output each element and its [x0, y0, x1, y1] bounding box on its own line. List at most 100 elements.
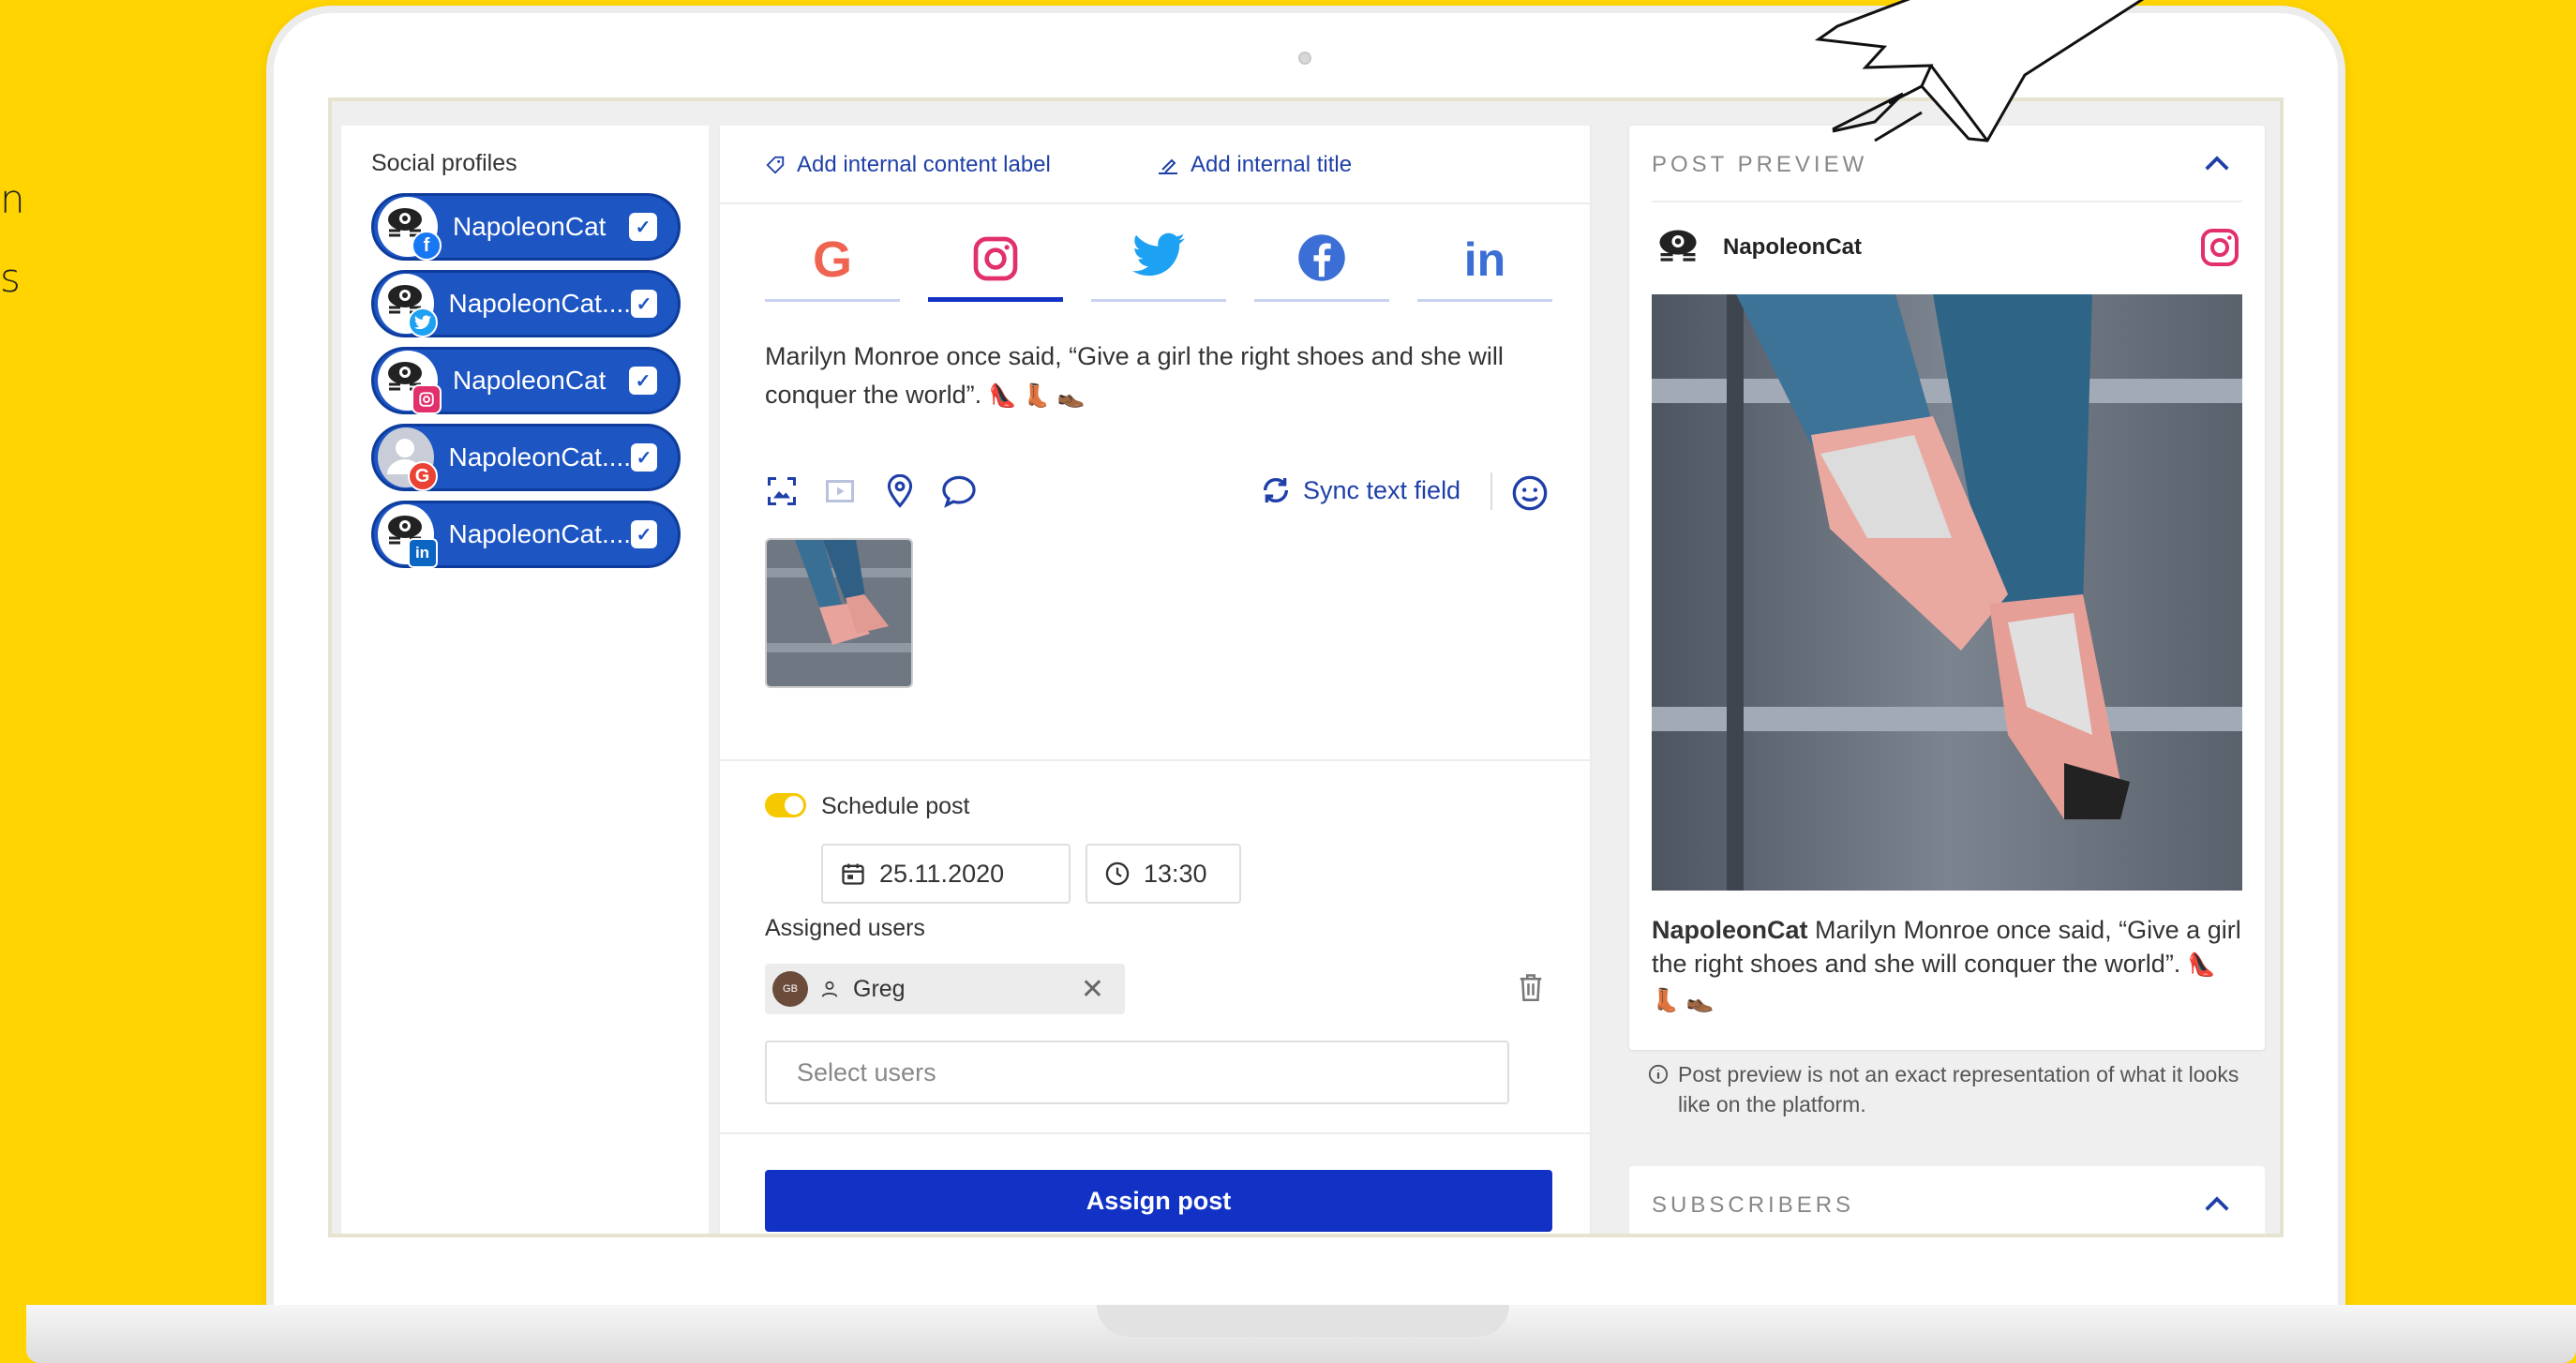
- preview-caption: NapoleonCat Marilyn Monroe once said, “G…: [1652, 913, 2242, 1018]
- profile-linkedin[interactable]: in NapoleonCat.... ✓: [371, 501, 681, 568]
- tab-google[interactable]: G: [765, 227, 900, 302]
- user-icon: [821, 981, 838, 997]
- add-content-label-text: Add internal content label: [797, 152, 1051, 177]
- add-internal-title-text: Add internal title: [1191, 152, 1353, 177]
- tab-twitter[interactable]: [1091, 227, 1226, 302]
- linkedin-icon: in: [407, 538, 438, 568]
- profile-name: NapoleonCat....: [448, 442, 632, 472]
- chevron-up-icon[interactable]: [2203, 1194, 2231, 1213]
- assigned-users-label: Assigned users: [765, 915, 925, 941]
- section-divider: [720, 1132, 1590, 1134]
- app-screen: Social profiles f NapoleonCat ✓ Napoleon…: [328, 97, 2284, 1237]
- remove-user-icon[interactable]: ✕: [1081, 973, 1104, 1006]
- tab-linkedin[interactable]: in: [1417, 227, 1552, 302]
- assign-post-button[interactable]: Assign post: [765, 1170, 1552, 1232]
- date-value: 25.11.2020: [879, 859, 1005, 888]
- camera-icon: [1298, 52, 1311, 65]
- checkbox-icon[interactable]: ✓: [631, 290, 657, 318]
- sync-icon: [1263, 477, 1289, 503]
- add-content-label-button[interactable]: Add internal content label: [765, 152, 1051, 178]
- checkbox-icon[interactable]: ✓: [631, 520, 657, 548]
- subscribers-title: SUBSCRIBERS: [1652, 1192, 1855, 1218]
- post-editor: Add internal content label Add internal …: [718, 126, 1592, 1234]
- network-tabs: G in: [765, 227, 1552, 302]
- emoji-icon[interactable]: [1511, 474, 1549, 512]
- time-value: 13:30: [1144, 859, 1207, 888]
- edit-title-icon: [1159, 158, 1177, 174]
- profile-google[interactable]: G NapoleonCat.... ✓: [371, 424, 681, 491]
- preview-disclaimer-text: Post preview is not an exact representat…: [1678, 1062, 2239, 1116]
- date-picker[interactable]: 25.11.2020: [821, 844, 1071, 904]
- assigned-user-chip: GB Greg ✕: [765, 964, 1125, 1014]
- editor-actions: Add internal content label Add internal …: [720, 126, 1590, 204]
- checkbox-icon[interactable]: ✓: [629, 213, 657, 241]
- preview-header: NapoleonCat: [1652, 219, 2242, 276]
- side-text-1: n: [0, 176, 25, 222]
- sync-text-field-button[interactable]: Sync text field: [1260, 474, 1460, 506]
- add-internal-title-button[interactable]: Add internal title: [1157, 152, 1352, 178]
- preview-disclaimer: Post preview is not an exact representat…: [1648, 1059, 2248, 1119]
- checkbox-icon[interactable]: ✓: [631, 443, 657, 472]
- user-avatar: GB: [772, 971, 808, 1007]
- napoleoncat-logo-icon: [1659, 230, 1697, 262]
- select-users-input[interactable]: Select users: [765, 1041, 1509, 1104]
- laptop-notch: [1097, 1305, 1509, 1337]
- location-pin-icon[interactable]: [885, 474, 915, 508]
- divider: [1652, 201, 2242, 202]
- clock-icon: [1105, 861, 1130, 886]
- avatar: [378, 351, 442, 414]
- sneakers-photo: [767, 540, 911, 686]
- checkbox-icon[interactable]: ✓: [629, 367, 657, 395]
- post-text-body: Marilyn Monroe once said, “Give a girl t…: [765, 342, 1504, 409]
- profile-facebook[interactable]: f NapoleonCat ✓: [371, 193, 681, 261]
- facebook-icon: f: [412, 231, 442, 261]
- section-divider: [720, 759, 1590, 761]
- avatar: [378, 274, 438, 337]
- preview-account-name: NapoleonCat: [1723, 234, 1863, 260]
- twitter-icon: [407, 307, 438, 337]
- trash-icon[interactable]: [1517, 971, 1545, 1003]
- sync-text-field-label: Sync text field: [1303, 475, 1461, 504]
- profile-name: NapoleonCat: [453, 212, 607, 241]
- caption-account-name: NapoleonCat: [1652, 916, 1808, 944]
- editor-toolbar: Sync text field: [765, 469, 1552, 516]
- social-profiles-title: Social profiles: [371, 150, 517, 176]
- instagram-icon: [973, 236, 1018, 281]
- profile-twitter[interactable]: NapoleonCat.... ✓: [371, 270, 681, 337]
- post-preview-card: POST PREVIEW NapoleonCat NapoleonCat Mar…: [1629, 126, 2265, 1050]
- profile-name: NapoleonCat....: [448, 519, 632, 548]
- tag-icon: [766, 156, 785, 174]
- linkedin-icon: in: [1463, 233, 1506, 286]
- info-icon: [1648, 1064, 1669, 1085]
- facebook-icon: [1298, 234, 1345, 281]
- social-profiles-panel: Social profiles f NapoleonCat ✓ Napoleon…: [341, 126, 709, 1234]
- tab-facebook[interactable]: [1254, 227, 1389, 302]
- time-picker[interactable]: 13:30: [1086, 844, 1241, 904]
- schedule-toggle[interactable]: [765, 793, 806, 817]
- calendar-icon: [842, 863, 864, 885]
- google-icon: G: [407, 461, 438, 491]
- preview-image: [1652, 294, 2242, 891]
- instagram-icon: [412, 384, 442, 414]
- sneakers-photo: [1652, 294, 2242, 891]
- profile-name: NapoleonCat....: [448, 289, 632, 318]
- avatar: f: [378, 197, 442, 261]
- pointing-hand-illustration: [1814, 0, 2145, 142]
- chevron-up-icon[interactable]: [2203, 154, 2231, 172]
- comment-icon[interactable]: [941, 474, 977, 508]
- profile-instagram[interactable]: NapoleonCat ✓: [371, 347, 681, 414]
- add-image-icon[interactable]: [765, 474, 799, 508]
- attached-image-thumbnail[interactable]: [765, 538, 913, 688]
- tab-instagram[interactable]: [928, 227, 1063, 302]
- instagram-icon: [2201, 229, 2239, 266]
- toolbar-divider: [1490, 472, 1492, 510]
- avatar: in: [378, 504, 438, 568]
- add-video-icon[interactable]: [823, 474, 857, 508]
- subscribers-card: SUBSCRIBERS: [1629, 1166, 2265, 1234]
- schedule-post-label: Schedule post: [821, 793, 970, 819]
- twitter-icon: [1132, 232, 1185, 277]
- avatar: G: [378, 427, 438, 491]
- post-text[interactable]: Marilyn Monroe once said, “Give a girl t…: [765, 337, 1552, 415]
- side-text-2: s: [0, 255, 21, 301]
- user-name: Greg: [853, 975, 906, 1002]
